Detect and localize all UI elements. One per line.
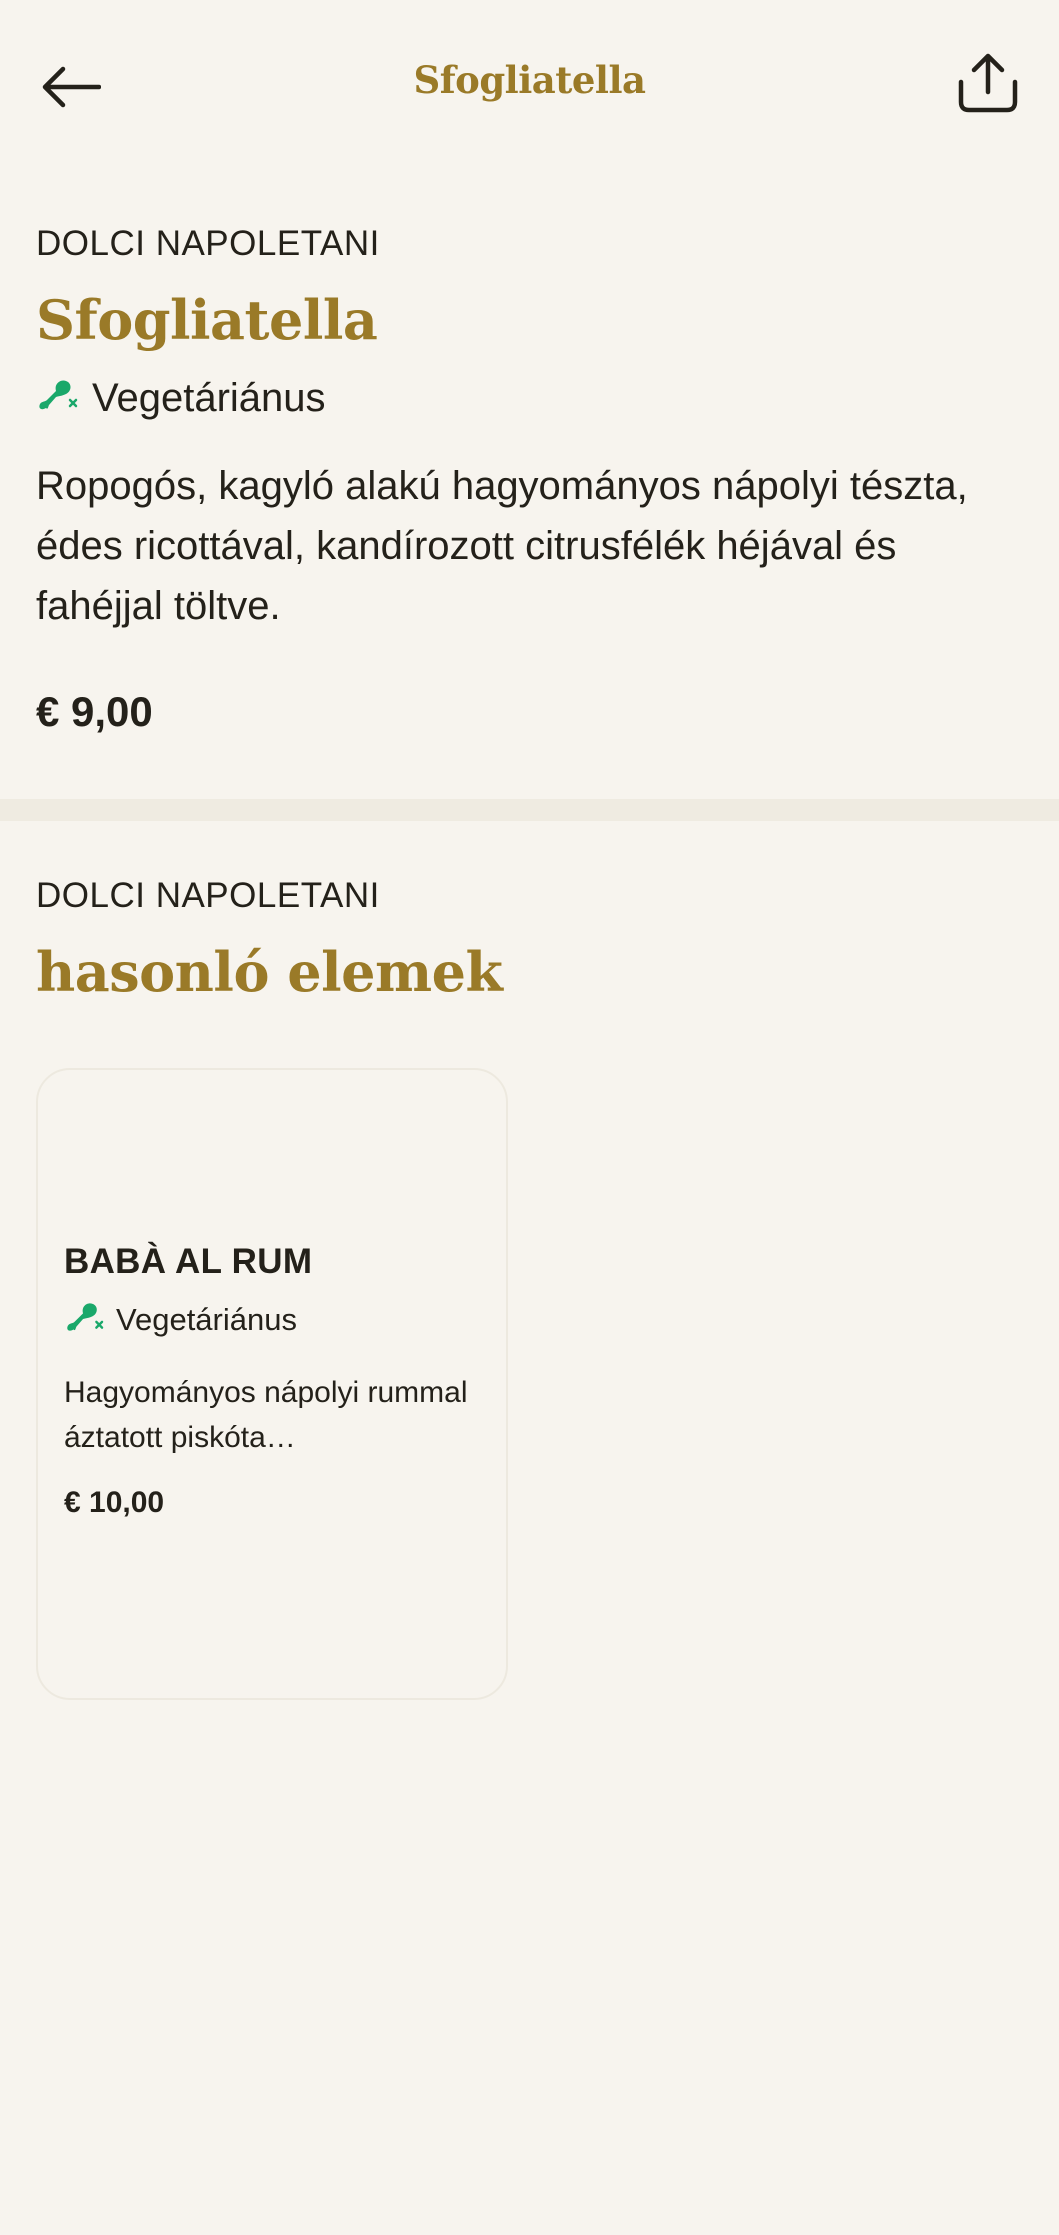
similar-item-card[interactable]: BABÀ AL RUM Vegetáriánus Hagyományos náp…: [36, 1068, 508, 1700]
diet-tag: Vegetáriánus: [36, 370, 1026, 426]
section-divider: [0, 799, 1059, 821]
diet-label: Vegetáriánus: [92, 375, 326, 420]
vegetarian-drumstick-icon: [39, 380, 78, 410]
item-category: DOLCI NAPOLETANI: [36, 224, 380, 263]
item-description: Ropogós, kagyló alakú hagyományos nápoly…: [36, 464, 968, 628]
card-item-name: BABÀ AL RUM: [64, 1242, 313, 1281]
item-detail: DOLCI NAPOLETANI Sfogliatella Vegetárián…: [36, 222, 1026, 736]
vegetarian-drumstick-icon: [67, 1303, 104, 1331]
item-title: Sfogliatella: [36, 288, 378, 352]
card-diet-label: Vegetáriánus: [116, 1302, 297, 1337]
top-app-bar: Sfogliatella: [0, 0, 1059, 170]
similar-category: DOLCI NAPOLETANI: [36, 876, 380, 915]
header-title: Sfogliatella: [413, 58, 647, 102]
card-diet-tag: Vegetáriánus: [64, 1298, 484, 1342]
similar-title: hasonló elemek: [36, 940, 503, 1004]
share-button[interactable]: [945, 40, 1031, 126]
card-description: Hagyományos nápolyi rummal áztatott pisk…: [64, 1376, 468, 1454]
share-icon: [958, 53, 1018, 113]
similar-section: DOLCI NAPOLETANI hasonló elemek: [36, 874, 1026, 1004]
card-price: € 10,00: [64, 1486, 165, 1519]
item-price: € 9,00: [36, 688, 153, 735]
